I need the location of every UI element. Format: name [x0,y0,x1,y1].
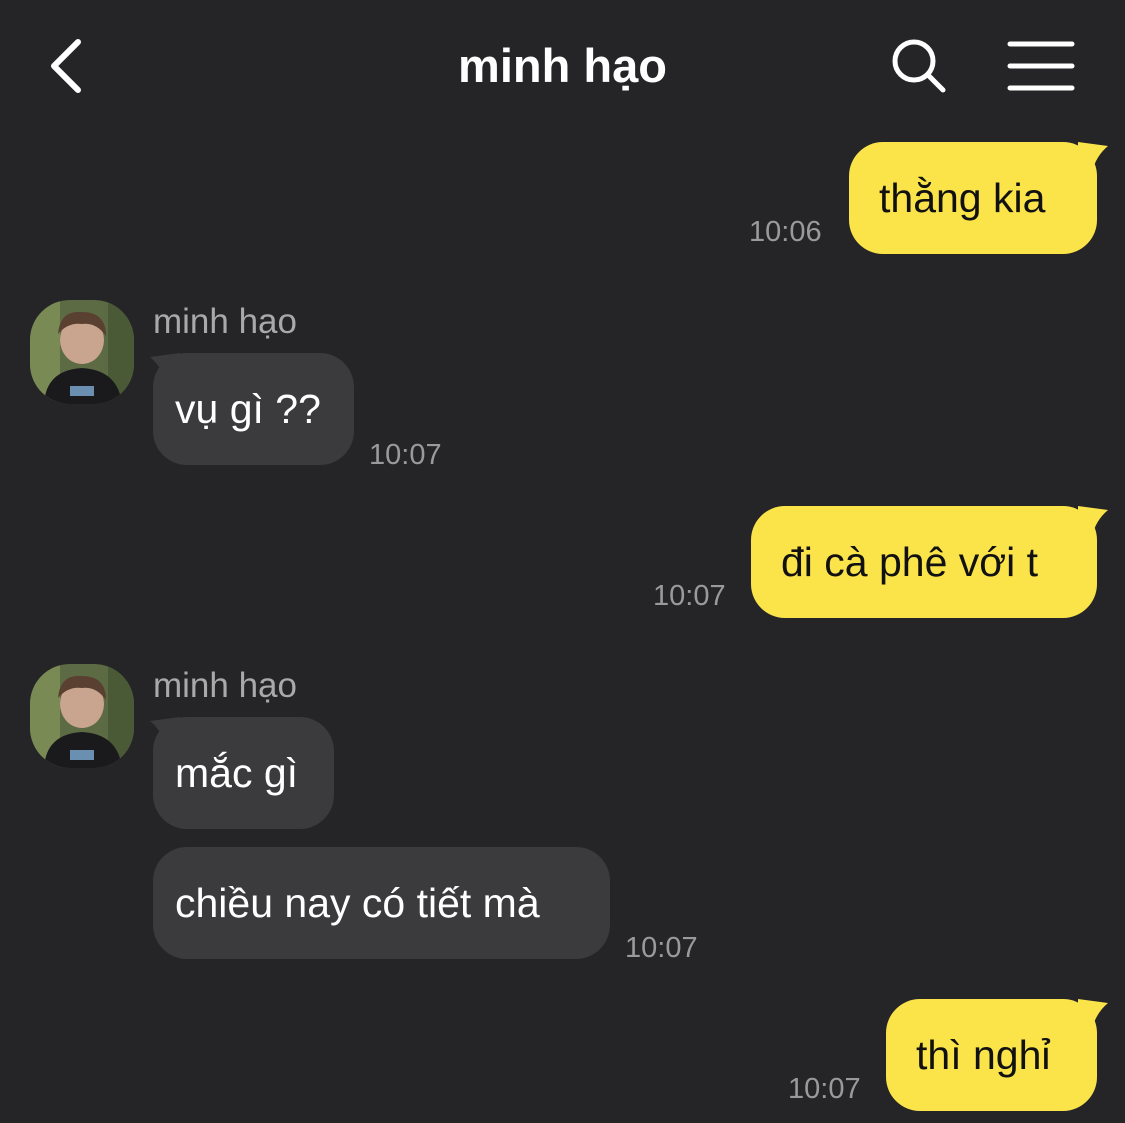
outgoing-message-bubble[interactable]: đi cà phê với t [751,506,1097,618]
avatar-photo [30,664,134,768]
hamburger-menu-icon [1007,41,1075,91]
bubble-tail [1078,142,1108,172]
contact-avatar[interactable] [30,664,134,768]
message-text: đi cà phê với t [781,539,1039,585]
avatar-photo [30,300,134,404]
sender-name: minh hạo [153,666,297,705]
chat-screen: minh hạo 10:06 thằng kia minh hạo vụ gì … [0,0,1125,1123]
bubble-tail [1078,999,1108,1029]
message-time: 10:07 [625,932,698,964]
bubble-tail [1078,506,1108,536]
incoming-message-bubble[interactable]: chiều nay có tiết mà [153,847,610,959]
sender-name: minh hạo [153,302,297,341]
message-text: thì nghỉ [916,1032,1051,1078]
chat-title: minh hạo [458,39,667,92]
message-time: 10:06 [749,216,822,248]
search-icon [892,39,946,93]
message-text: thằng kia [879,175,1046,221]
contact-avatar[interactable] [30,300,134,404]
message-text: chiều nay có tiết mà [175,880,540,926]
search-button[interactable] [888,36,952,96]
outgoing-message-bubble[interactable]: thì nghỉ [886,999,1097,1111]
menu-button[interactable] [1006,38,1076,94]
message-text: vụ gì ?? [175,386,321,432]
outgoing-message-bubble[interactable]: thằng kia [849,142,1097,254]
incoming-message-bubble[interactable]: vụ gì ?? [153,353,354,465]
message-time: 10:07 [369,439,442,471]
message-time: 10:07 [653,580,726,612]
message-time: 10:07 [788,1073,861,1105]
incoming-message-bubble[interactable]: mắc gì [153,717,334,829]
message-text: mắc gì [175,750,299,796]
